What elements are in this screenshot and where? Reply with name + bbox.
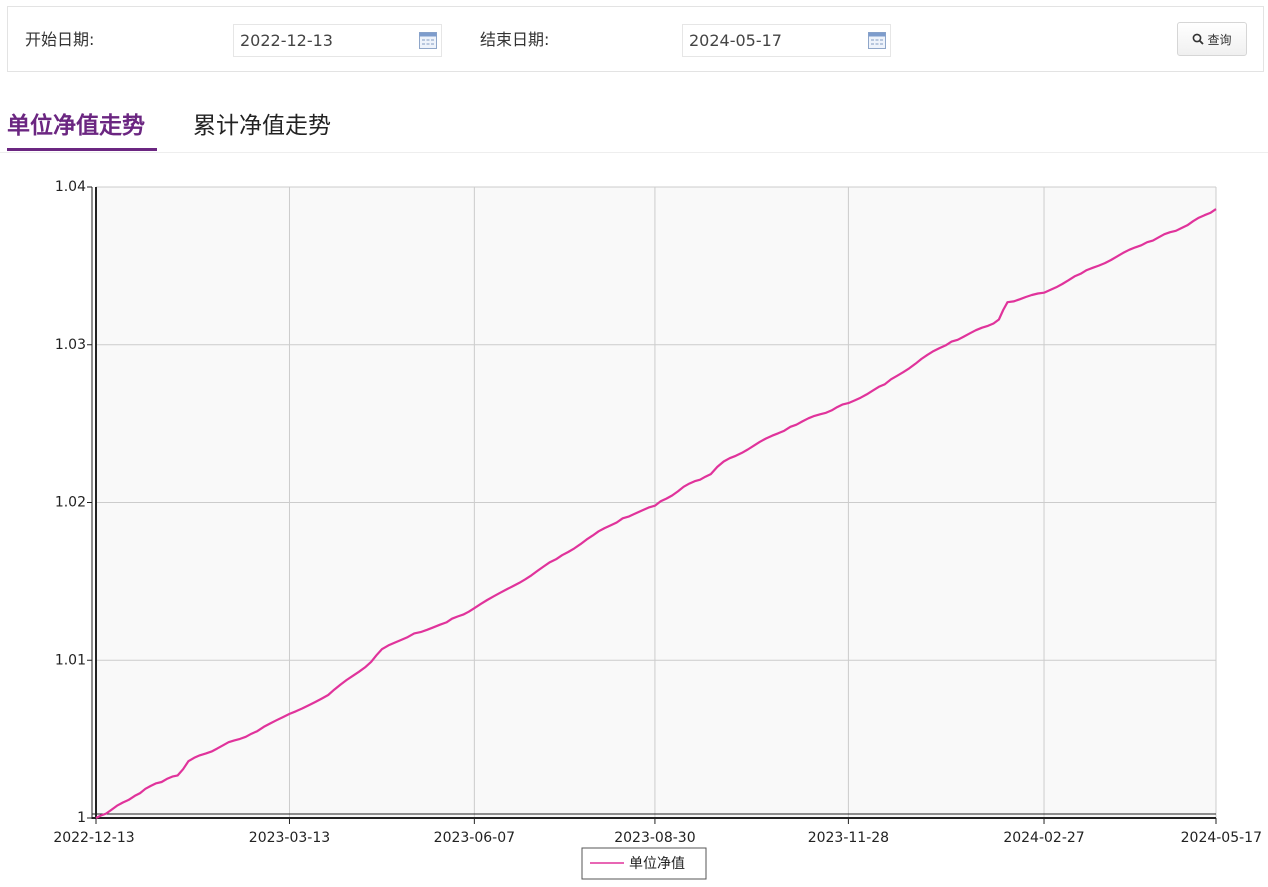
query-button-label: 查询 [1207,32,1232,47]
x-tick-label: 2024-05-17 [1181,830,1262,846]
x-tick-label: 2023-03-13 [249,830,330,846]
query-button[interactable]: 查询 [1177,22,1247,56]
end-date-label: 结束日期: [480,30,550,49]
x-tick-label: 2023-08-30 [614,830,695,846]
y-tick-label: 1.04 [55,179,86,195]
end-date-input[interactable] [683,25,859,56]
tab-unit-nav[interactable]: 单位净值走势 [7,111,145,141]
start-date-label: 开始日期: [25,30,95,49]
end-date-field[interactable] [682,24,891,57]
search-icon [1193,33,1205,45]
filter-bar: 开始日期: 结束日期: 查询 [7,6,1264,72]
calendar-icon[interactable] [868,32,886,49]
tab-cumulative-nav[interactable]: 累计净值走势 [193,111,331,141]
chart-tabs: 单位净值走势 累计净值走势 [0,104,1268,153]
y-tick-label: 1.03 [55,337,86,353]
x-tick-label: 2023-06-07 [434,830,515,846]
y-tick-label: 1.02 [55,495,86,511]
active-tab-indicator [7,148,157,151]
x-tick-label: 2023-11-28 [808,830,889,846]
x-tick-label: 2022-12-13 [53,830,134,846]
nav-line-chart: 1 1.01 1.02 1.03 1.04 2022-12-13 2023-03-13 20… [53,179,1262,880]
legend-label: 单位净值 [629,856,685,872]
start-date-field[interactable] [233,24,442,57]
start-date-input[interactable] [234,25,410,56]
y-tick-label: 1 [77,810,86,826]
calendar-icon[interactable] [419,32,437,49]
legend: 单位净值 [581,847,707,880]
y-tick-label: 1.01 [55,652,86,668]
x-tick-label: 2024-02-27 [1003,830,1084,846]
